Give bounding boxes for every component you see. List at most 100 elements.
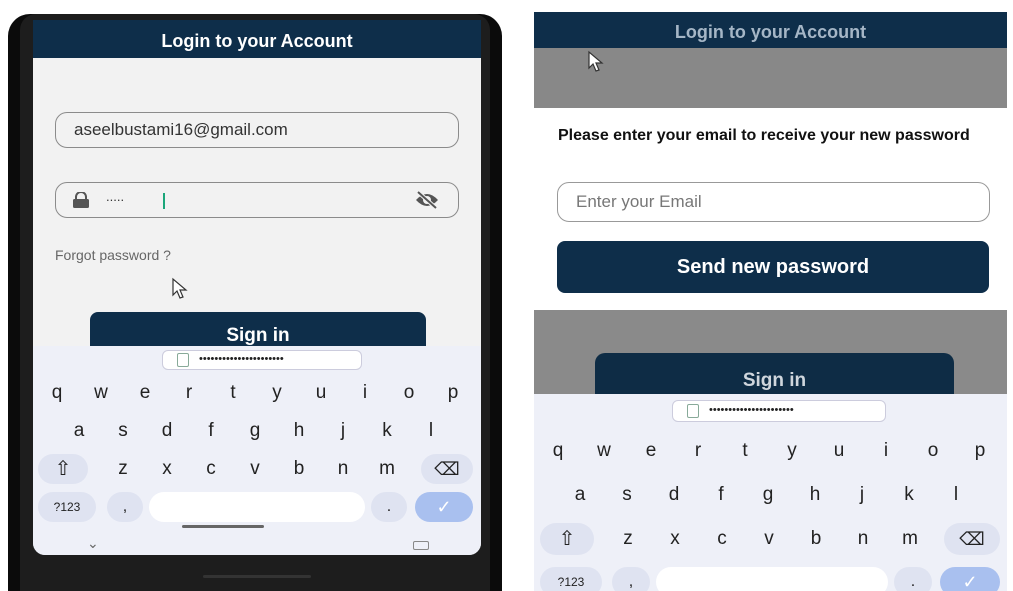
- enter-key[interactable]: ✓: [940, 567, 1000, 591]
- key-f[interactable]: f: [705, 484, 737, 506]
- send-new-password-button[interactable]: Send new password: [557, 241, 989, 293]
- key-q[interactable]: q: [542, 440, 574, 462]
- key-z[interactable]: z: [612, 528, 644, 550]
- key-t[interactable]: t: [729, 440, 761, 462]
- key-d[interactable]: d: [658, 484, 690, 506]
- key-c[interactable]: c: [195, 458, 227, 480]
- key-y[interactable]: y: [261, 382, 293, 404]
- key-u[interactable]: u: [305, 382, 337, 404]
- key-e[interactable]: e: [129, 382, 161, 404]
- key-w[interactable]: w: [588, 440, 620, 462]
- email-value: aseelbustami16@gmail.com: [74, 120, 288, 139]
- key-g[interactable]: g: [752, 484, 784, 506]
- key-p[interactable]: p: [964, 440, 996, 462]
- app-bar-title: Login to your Account: [534, 12, 1007, 48]
- key-x[interactable]: x: [151, 458, 183, 480]
- eye-off-icon[interactable]: [414, 190, 440, 210]
- key-m[interactable]: m: [371, 458, 403, 480]
- sign-in-button[interactable]: Sign in: [595, 353, 954, 394]
- comma-key[interactable]: ,: [612, 567, 650, 591]
- reset-password-dialog: Please enter your email to receive your …: [534, 108, 1007, 310]
- key-x[interactable]: x: [659, 528, 691, 550]
- key-j[interactable]: j: [327, 420, 359, 442]
- key-n[interactable]: n: [327, 458, 359, 480]
- backspace-key[interactable]: ⌫: [944, 523, 1000, 555]
- mouse-pointer-icon: [588, 50, 604, 72]
- key-e[interactable]: e: [635, 440, 667, 462]
- backspace-key[interactable]: ⌫: [421, 454, 473, 484]
- text-cursor: [163, 193, 165, 209]
- comma-key[interactable]: ,: [107, 492, 143, 522]
- key-v[interactable]: v: [239, 458, 271, 480]
- clipboard-suggestion[interactable]: ••••••••••••••••••••••: [162, 350, 362, 370]
- key-l[interactable]: l: [415, 420, 447, 442]
- symbols-key[interactable]: ?123: [540, 567, 602, 591]
- key-d[interactable]: d: [151, 420, 183, 442]
- key-c[interactable]: c: [706, 528, 738, 550]
- gesture-home-bar[interactable]: [182, 525, 264, 528]
- key-j[interactable]: j: [846, 484, 878, 506]
- shift-key[interactable]: ⇧: [38, 454, 88, 484]
- login-screen: Login to your Account aseelbustami16@gma…: [33, 20, 481, 555]
- email-input[interactable]: Enter your Email: [557, 182, 990, 222]
- key-p[interactable]: p: [437, 382, 469, 404]
- phone-bottom-bar: [203, 575, 311, 578]
- keyboard-row-1: q w e r t y u i o p: [534, 432, 1007, 472]
- key-y[interactable]: y: [776, 440, 808, 462]
- key-i[interactable]: i: [870, 440, 902, 462]
- dialog-instruction: Please enter your email to receive your …: [558, 127, 970, 144]
- key-q[interactable]: q: [41, 382, 73, 404]
- key-t[interactable]: t: [217, 382, 249, 404]
- key-h[interactable]: h: [799, 484, 831, 506]
- key-m[interactable]: m: [894, 528, 926, 550]
- key-h[interactable]: h: [283, 420, 315, 442]
- email-field[interactable]: aseelbustami16@gmail.com: [55, 112, 459, 148]
- hide-keyboard-icon[interactable]: ⌄: [87, 535, 99, 552]
- keyboard-row-3: ⇧ z x c v b n m ⌫: [534, 520, 1007, 560]
- shift-key[interactable]: ⇧: [540, 523, 594, 555]
- key-o[interactable]: o: [393, 382, 425, 404]
- space-key[interactable]: [656, 567, 888, 591]
- key-r[interactable]: r: [173, 382, 205, 404]
- key-g[interactable]: g: [239, 420, 271, 442]
- key-v[interactable]: v: [753, 528, 785, 550]
- key-r[interactable]: r: [682, 440, 714, 462]
- key-z[interactable]: z: [107, 458, 139, 480]
- keyboard-row-4: ?123 , . ✓: [33, 490, 481, 526]
- mouse-pointer-icon: [172, 277, 188, 299]
- key-a[interactable]: a: [63, 420, 95, 442]
- key-a[interactable]: a: [564, 484, 596, 506]
- enter-key[interactable]: ✓: [415, 492, 473, 522]
- symbols-key[interactable]: ?123: [38, 492, 96, 522]
- forgot-password-link[interactable]: Forgot password ?: [55, 247, 171, 263]
- keyboard-nav-bar: ⌄: [33, 535, 481, 555]
- key-u[interactable]: u: [823, 440, 855, 462]
- period-key[interactable]: .: [371, 492, 407, 522]
- email-placeholder: Enter your Email: [576, 192, 702, 211]
- key-n[interactable]: n: [847, 528, 879, 550]
- space-key[interactable]: [149, 492, 365, 522]
- clipboard-suggestion[interactable]: ••••••••••••••••••••••: [672, 400, 886, 422]
- key-k[interactable]: k: [893, 484, 925, 506]
- sign-in-button[interactable]: Sign in: [90, 312, 426, 346]
- key-o[interactable]: o: [917, 440, 949, 462]
- key-w[interactable]: w: [85, 382, 117, 404]
- keyboard-row-2: a s d f g h j k l: [534, 476, 1007, 516]
- key-s[interactable]: s: [611, 484, 643, 506]
- clipboard-icon: [687, 404, 699, 418]
- key-s[interactable]: s: [107, 420, 139, 442]
- key-l[interactable]: l: [940, 484, 972, 506]
- lock-icon: [73, 192, 89, 208]
- password-field[interactable]: .....: [55, 182, 459, 218]
- key-i[interactable]: i: [349, 382, 381, 404]
- password-mask: .....: [106, 189, 125, 204]
- forgot-password-screen: Login to your Account Please enter your …: [534, 12, 1007, 591]
- key-k[interactable]: k: [371, 420, 403, 442]
- key-f[interactable]: f: [195, 420, 227, 442]
- right-phone-screenshot: Login to your Account Please enter your …: [520, 0, 1013, 591]
- key-b[interactable]: b: [283, 458, 315, 480]
- clipboard-mask: ••••••••••••••••••••••: [199, 353, 284, 365]
- key-b[interactable]: b: [800, 528, 832, 550]
- period-key[interactable]: .: [894, 567, 932, 591]
- keyboard-switch-icon[interactable]: [413, 541, 429, 550]
